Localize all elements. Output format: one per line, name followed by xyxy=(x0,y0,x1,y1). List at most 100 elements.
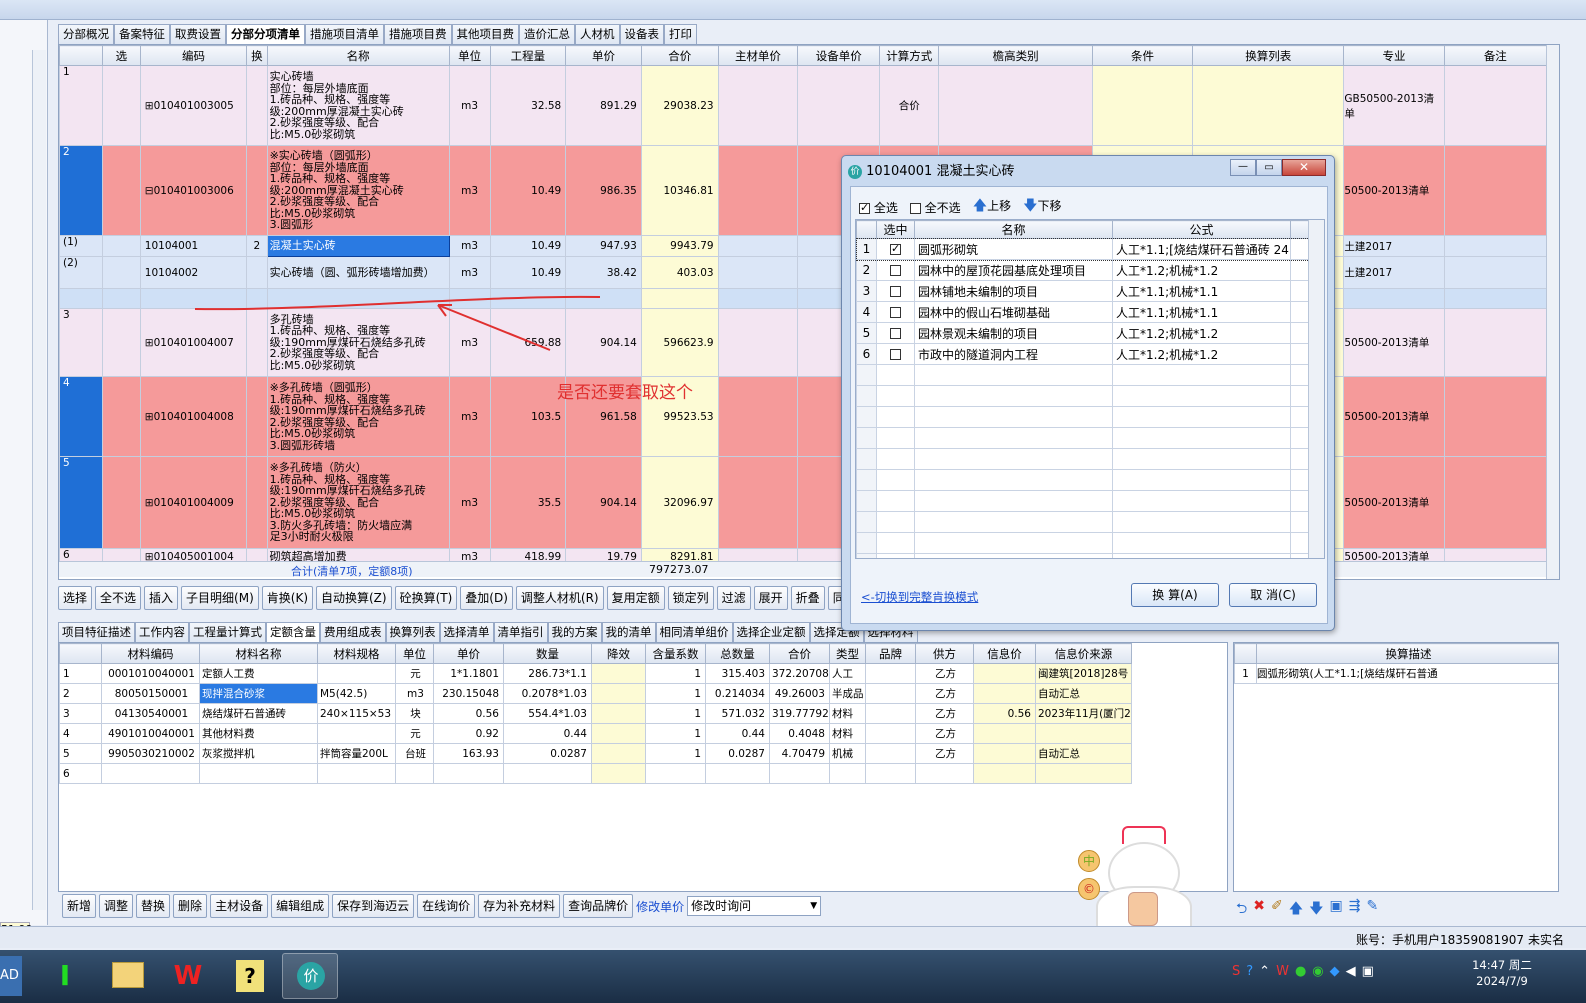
dialog-row[interactable] xyxy=(856,511,1321,533)
material-supply-cell[interactable]: 乙方 xyxy=(915,703,974,724)
row-checkbox[interactable] xyxy=(890,307,901,318)
dialog-row[interactable] xyxy=(856,553,1321,558)
sub-tab-11[interactable]: 选择企业定额 xyxy=(732,622,810,642)
material-coef-cell[interactable]: 1 xyxy=(645,663,706,684)
broom-icon[interactable]: ✐ xyxy=(1271,898,1283,922)
tab-7[interactable]: 造价汇总 xyxy=(519,24,575,44)
material-toolbar-button-3[interactable]: 删除 xyxy=(173,894,208,918)
calc-method-cell[interactable]: 合价 xyxy=(879,65,940,146)
row-checkbox[interactable] xyxy=(890,328,901,339)
row-checkbox[interactable] xyxy=(890,349,901,360)
tab-8[interactable]: 人材机 xyxy=(575,24,620,44)
material-tqty-cell[interactable]: 315.403 xyxy=(705,663,770,684)
toolbar-button-12[interactable]: 展开 xyxy=(753,586,788,610)
total-price-cell[interactable]: 10346.81 xyxy=(640,145,719,236)
delete-icon[interactable]: ✖ xyxy=(1253,898,1265,922)
unit-price-cell[interactable]: 947.93 xyxy=(565,235,642,257)
material-toolbar-button-7[interactable]: 在线询价 xyxy=(417,894,476,918)
uncheck-all-checkbox[interactable] xyxy=(909,202,921,214)
conversion-flag-cell[interactable] xyxy=(246,456,268,549)
material-price-cell[interactable]: 0.56 xyxy=(433,703,504,724)
sub-tab-6[interactable]: 选择清单 xyxy=(439,622,494,642)
dialog-formula-cell[interactable]: 人工*1.2;机械*1.2 xyxy=(1112,322,1291,344)
material-grid[interactable]: 材料编码 材料名称 材料规格 单位 单价 数量 降效 含量系数 总数量 合价 类型 品牌 供方 信息价 信息… xyxy=(58,642,1228,892)
material-type-cell[interactable] xyxy=(829,763,866,784)
tray-green-icon[interactable]: ● xyxy=(1295,964,1306,979)
material-supply-cell[interactable]: 乙方 xyxy=(915,723,974,744)
dialog-name-cell[interactable] xyxy=(914,490,1113,512)
quantity-cell[interactable]: 32.58 xyxy=(489,65,567,146)
material-src-cell[interactable]: 自动汇总 xyxy=(1035,743,1132,764)
unit-cell[interactable]: m3 xyxy=(448,256,491,289)
material-supply-cell[interactable]: 乙方 xyxy=(915,683,974,704)
material-name-cell[interactable]: 定额人工费 xyxy=(199,663,318,684)
row-checkbox[interactable] xyxy=(890,242,901,255)
material-qty-cell[interactable]: 0.0287 xyxy=(503,743,592,764)
material-code-cell[interactable]: 80050150001 xyxy=(101,683,200,704)
material-brand-cell[interactable] xyxy=(865,663,916,684)
toolbar-button-11[interactable]: 过滤 xyxy=(716,586,751,610)
conversion-list-cell[interactable] xyxy=(1192,65,1345,146)
material-price-cell[interactable]: 230.15048 xyxy=(433,683,504,704)
quantity-cell[interactable]: 103.5 xyxy=(489,376,567,457)
row-number-cell[interactable]: (2) xyxy=(59,256,103,289)
code-cell[interactable]: 10104001 xyxy=(139,235,248,257)
material-info-cell[interactable] xyxy=(973,683,1036,704)
major-cell[interactable]: 50500-2013清单 xyxy=(1343,145,1445,236)
material-price-cell[interactable]: 0.92 xyxy=(433,723,504,744)
height-category-cell[interactable] xyxy=(938,65,1093,146)
tab-5[interactable]: 措施项目费 xyxy=(384,24,452,44)
dialog-name-cell[interactable] xyxy=(914,532,1113,554)
conversion-flag-cell[interactable] xyxy=(246,145,268,236)
select-cell[interactable] xyxy=(101,65,141,146)
taskbar-app-icon[interactable]: AD xyxy=(0,956,22,996)
dialog-formula-cell[interactable] xyxy=(1112,553,1291,558)
dialog-formula-cell[interactable] xyxy=(1112,511,1291,533)
material-toolbar-button-8[interactable]: 存为补充材料 xyxy=(478,894,561,918)
material-total-cell[interactable]: 319.77792 xyxy=(769,703,830,724)
material-spec-cell[interactable] xyxy=(317,763,396,784)
major-cell[interactable]: 土建2017 xyxy=(1343,256,1445,289)
material-qty-cell[interactable] xyxy=(503,763,592,784)
dialog-row[interactable] xyxy=(856,385,1321,407)
move-down-control[interactable]: 🡇下移 xyxy=(1023,195,1061,219)
material-src-cell[interactable]: 闽建筑[2018]28号 xyxy=(1035,663,1132,684)
conversion-row-text[interactable]: 圆弧形砌筑(人工*1.1;[烧结煤矸石普通 xyxy=(1256,663,1558,684)
material-src-cell[interactable] xyxy=(1035,723,1132,744)
dialog-row[interactable] xyxy=(856,490,1321,512)
edit-icon[interactable]: ✎ xyxy=(1366,898,1378,922)
material-unit-cell[interactable] xyxy=(395,763,434,784)
dialog-name-cell[interactable] xyxy=(914,385,1113,407)
mascot-badge-chinese[interactable]: 中 xyxy=(1078,850,1100,872)
toolbar-button-10[interactable]: 锁定列 xyxy=(667,586,714,610)
dialog-row[interactable]: 2 园林中的屋顶花园基底处理项目 人工*1.2;机械*1.2 xyxy=(856,259,1321,281)
tab-9[interactable]: 设备表 xyxy=(619,24,664,44)
dialog-row[interactable]: 1 圆弧形砌筑人工*1.1;[烧结煤矸石普通砖 24 xyxy=(856,237,1322,261)
conversion-flag-cell[interactable] xyxy=(246,376,268,457)
material-info-cell[interactable] xyxy=(973,743,1036,764)
dialog-row[interactable] xyxy=(856,448,1321,470)
tray-wps-icon[interactable]: W xyxy=(1276,964,1289,979)
left-scrollbar[interactable] xyxy=(32,50,46,910)
total-price-cell[interactable]: 596623.9 xyxy=(640,308,719,377)
material-name-cell[interactable]: 灰浆搅拌机 xyxy=(199,743,318,764)
name-cell[interactable]: ※多孔砖墙（防火） 1.砖品种、规格、强度等 级:190mm厚煤矸石烧结多孔砖 … xyxy=(266,456,450,549)
dialog-checkbox-cell[interactable] xyxy=(876,532,915,554)
dialog-checkbox-cell[interactable] xyxy=(876,343,915,365)
conversion-flag-cell[interactable] xyxy=(246,65,268,146)
tray-arrow-icon[interactable]: ⌃ xyxy=(1259,964,1270,979)
toolbar-button-1[interactable]: 全不选 xyxy=(95,586,142,610)
material-total-cell[interactable]: 372.20708 xyxy=(769,663,830,684)
dialog-formula-cell[interactable] xyxy=(1112,490,1291,512)
dialog-formula-cell[interactable]: 人工*1.2;机械*1.2 xyxy=(1112,343,1291,365)
unit-price-cell[interactable]: 904.14 xyxy=(565,456,642,549)
mascot[interactable]: 中 © xyxy=(1078,826,1208,938)
quantity-cell[interactable]: 35.5 xyxy=(489,456,567,549)
toolbar-button-2[interactable]: 插入 xyxy=(144,586,179,610)
name-cell[interactable]: ※实心砖墙（圆弧形） 部位：每层外墙底面 1.砖品种、规格、强度等 级:200m… xyxy=(266,145,450,236)
material-unit-cell[interactable]: m3 xyxy=(395,683,434,704)
material-name-cell[interactable]: 烧结煤矸石普通砖 xyxy=(199,703,318,724)
toolbar-button-6[interactable]: 砼换算(T) xyxy=(394,586,458,610)
dialog-scrollbar[interactable] xyxy=(1308,220,1324,558)
conversion-flag-cell[interactable]: 2 xyxy=(246,235,268,257)
